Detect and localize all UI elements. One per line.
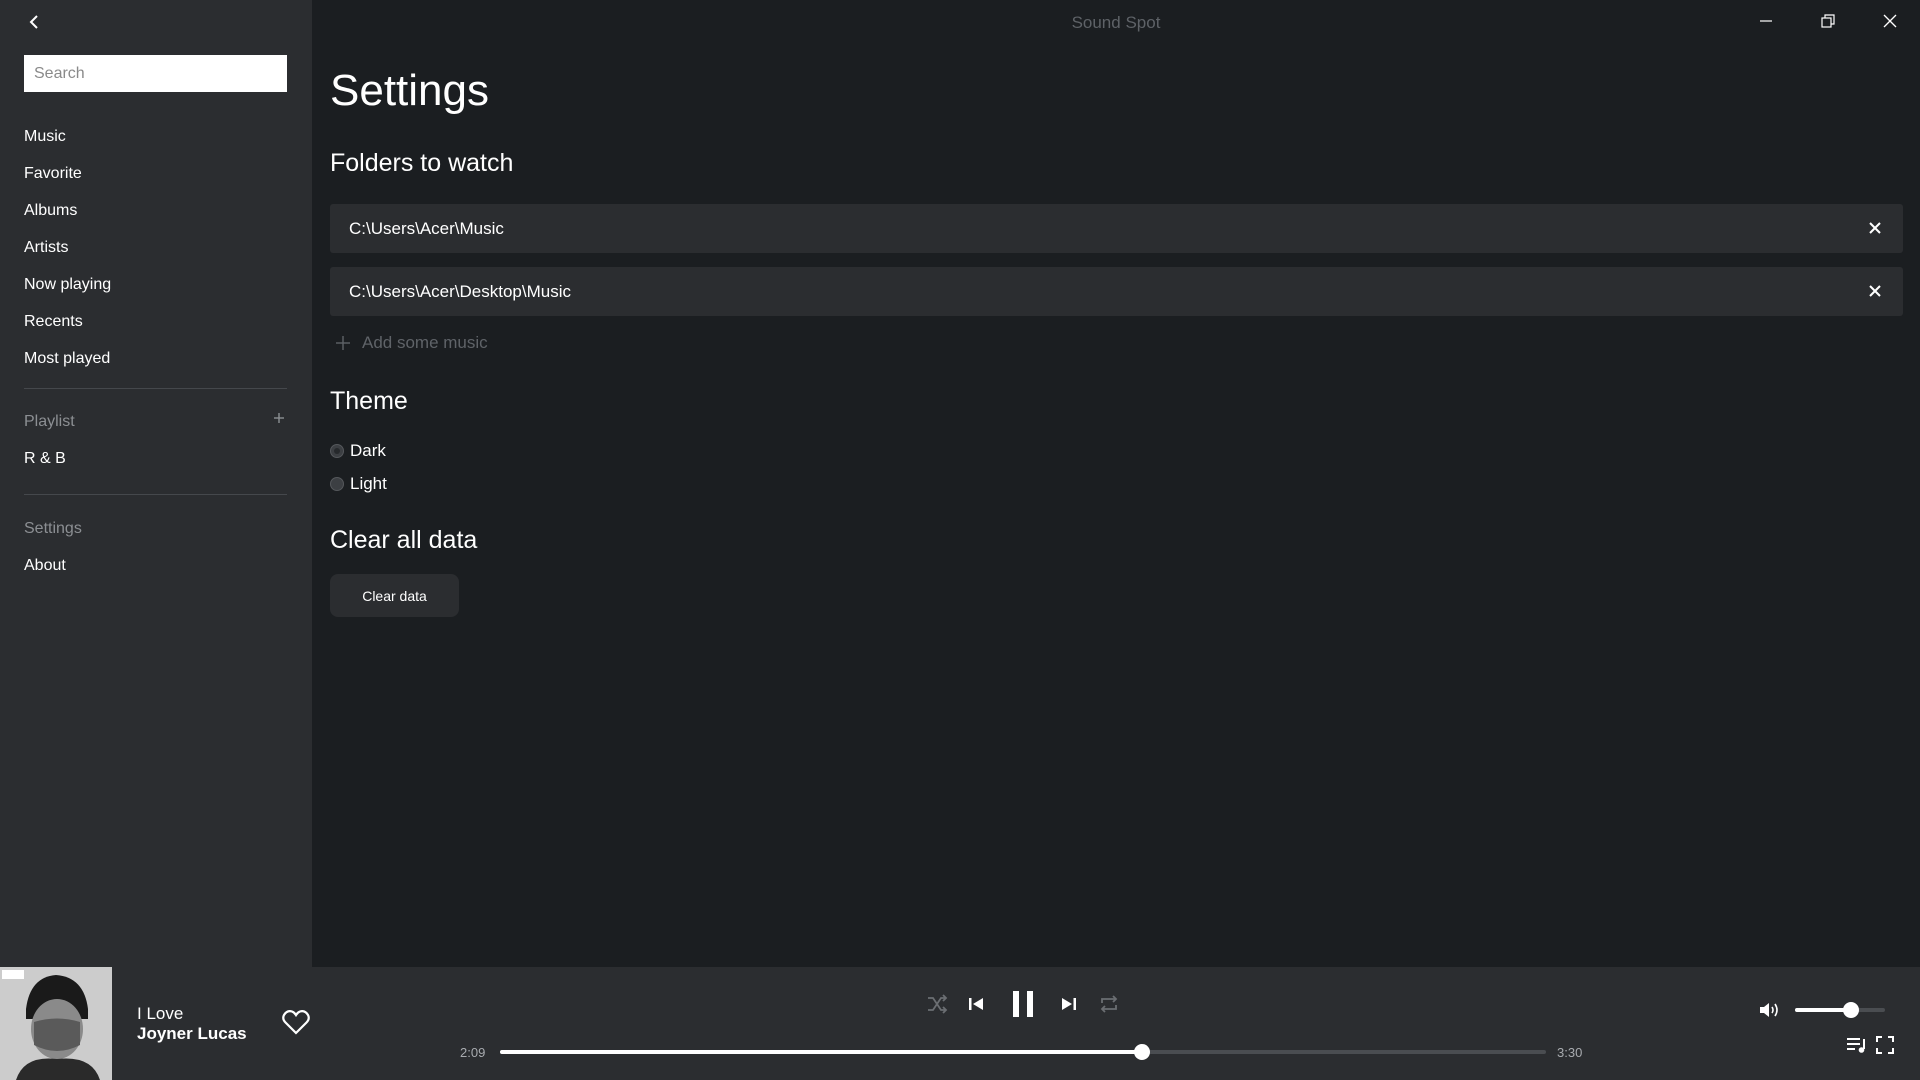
album-art[interactable] xyxy=(0,967,112,1080)
progress-thumb[interactable] xyxy=(1134,1044,1151,1060)
main-nav: Music Favorite Albums Artists Now playin… xyxy=(24,118,287,377)
minimize-icon xyxy=(1760,20,1772,22)
close-window-button[interactable] xyxy=(1867,6,1913,36)
next-button[interactable] xyxy=(1058,989,1080,1019)
track-title: I Love xyxy=(137,1004,184,1023)
volume-button[interactable] xyxy=(1758,998,1782,1022)
folder-path: C:\Users\Acer\Desktop\Music xyxy=(349,282,571,301)
play-pause-button[interactable] xyxy=(1008,989,1038,1019)
add-playlist-button[interactable] xyxy=(271,410,287,426)
player-bar: I Love Joyner Lucas 2:09 3:30 xyxy=(0,967,1920,1080)
plus-icon xyxy=(274,413,284,423)
progress-fill xyxy=(500,1050,1143,1054)
back-button[interactable] xyxy=(16,8,52,36)
app-title: Sound Spot xyxy=(1071,13,1161,32)
sidebar-item-albums[interactable]: Albums xyxy=(24,192,287,229)
shuffle-icon xyxy=(928,994,948,1014)
volume-icon xyxy=(1760,1003,1778,1017)
add-music-label: Add some music xyxy=(362,333,488,352)
close-icon xyxy=(1883,14,1897,28)
search-input[interactable] xyxy=(24,55,287,92)
queue-music-icon xyxy=(1847,1038,1865,1053)
heart-icon xyxy=(282,1010,310,1035)
remove-folder-button[interactable] xyxy=(1865,218,1885,238)
minimize-button[interactable] xyxy=(1743,6,1789,36)
add-music-button[interactable]: Add some music xyxy=(334,331,488,355)
volume-slider[interactable] xyxy=(1795,1002,1885,1018)
sidebar-item-favorite[interactable]: Favorite xyxy=(24,155,287,192)
radio-button[interactable] xyxy=(330,477,344,491)
close-icon xyxy=(1869,285,1881,297)
sidebar-item-artists[interactable]: Artists xyxy=(24,229,287,266)
fullscreen-icon xyxy=(1876,1036,1894,1054)
folder-row: C:\Users\Acer\Desktop\Music xyxy=(330,267,1903,316)
sidebar-item-recents[interactable]: Recents xyxy=(24,303,287,340)
progress-bar[interactable] xyxy=(500,1044,1546,1060)
plus-icon xyxy=(336,336,350,350)
previous-button[interactable] xyxy=(965,989,987,1019)
radio-label: Light xyxy=(350,474,387,493)
page-title: Settings xyxy=(330,66,489,115)
sidebar-item-most-played[interactable]: Most played xyxy=(24,340,287,377)
radio-button[interactable] xyxy=(330,444,344,458)
sidebar-item-settings[interactable]: Settings xyxy=(24,520,82,538)
theme-option-light[interactable]: Light xyxy=(330,474,387,494)
fullscreen-button[interactable] xyxy=(1873,1033,1897,1057)
clear-data-button[interactable]: Clear data xyxy=(330,574,459,617)
restore-button[interactable] xyxy=(1805,6,1851,36)
queue-button[interactable] xyxy=(1845,1033,1869,1057)
skip-previous-icon xyxy=(969,998,983,1010)
sidebar-item-about[interactable]: About xyxy=(24,557,66,575)
close-icon xyxy=(1869,222,1881,234)
sidebar-divider xyxy=(24,388,287,389)
pause-icon xyxy=(1013,991,1033,1017)
folder-row: C:\Users\Acer\Music xyxy=(330,204,1903,253)
theme-heading: Theme xyxy=(330,387,408,415)
total-duration: 3:30 xyxy=(1557,1045,1583,1060)
sidebar: Music Favorite Albums Artists Now playin… xyxy=(0,0,312,967)
restore-icon xyxy=(1821,14,1835,28)
sidebar-divider xyxy=(24,494,287,495)
clear-data-heading: Clear all data xyxy=(330,526,478,554)
sidebar-item-music[interactable]: Music xyxy=(24,118,287,155)
sidebar-item-now-playing[interactable]: Now playing xyxy=(24,266,287,303)
repeat-button[interactable] xyxy=(1096,989,1122,1019)
shuffle-button[interactable] xyxy=(924,989,950,1019)
elapsed-time: 2:09 xyxy=(460,1045,486,1060)
remove-folder-button[interactable] xyxy=(1865,281,1885,301)
track-artist[interactable]: Joyner Lucas xyxy=(137,1024,247,1044)
volume-thumb[interactable] xyxy=(1842,1002,1859,1018)
radio-label: Dark xyxy=(350,441,386,460)
theme-option-dark[interactable]: Dark xyxy=(330,441,386,461)
sidebar-item-playlist-rnb[interactable]: R & B xyxy=(24,450,66,468)
playlist-header: Playlist xyxy=(24,413,75,430)
folders-heading: Folders to watch xyxy=(330,149,514,177)
skip-next-icon xyxy=(1062,998,1076,1010)
folder-path: C:\Users\Acer\Music xyxy=(349,219,504,238)
repeat-icon xyxy=(1100,995,1118,1013)
favorite-button[interactable] xyxy=(282,1009,310,1035)
chevron-left-icon xyxy=(29,15,38,29)
